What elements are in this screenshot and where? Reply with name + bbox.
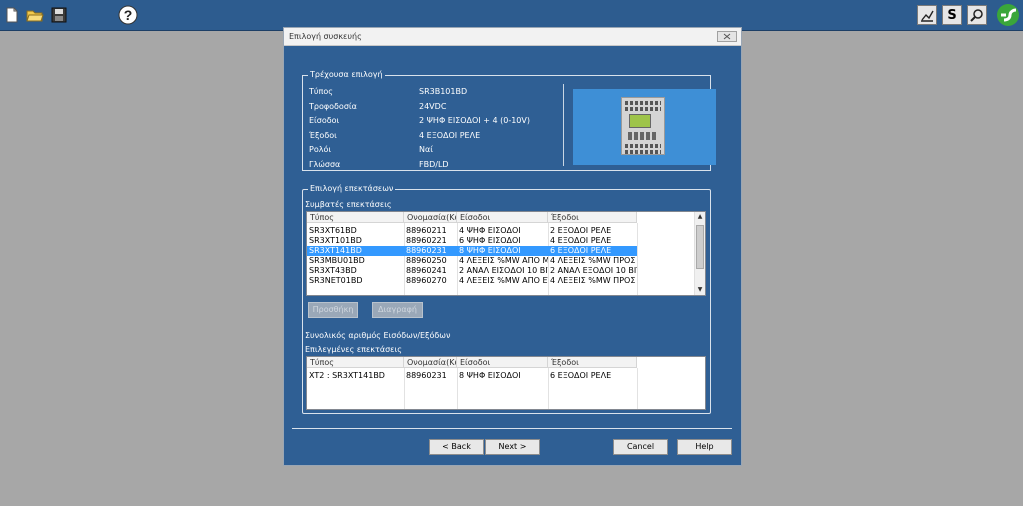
clock-value: Ναί: [419, 145, 433, 154]
selected-extensions-list[interactable]: Τύπος Ονομασία(Κω Είσοδοι Έξοδοι XT2 : S…: [306, 356, 706, 410]
outputs-label: Έξοδοι: [309, 131, 337, 140]
cell-inputs: 8 ΨΗΦ ΕΙΣΟΔΟΙ: [459, 371, 521, 380]
cell-reference: 88960231: [406, 371, 447, 380]
cell-outputs: 4 ΛΕΞΕΙΣ %MW ΠΡΟΣ Ε: [550, 276, 637, 285]
table-row[interactable]: SR3NET01BD 88960270 4 ΛΕΞΕΙΣ %MW ΑΠΟ ET-…: [307, 276, 637, 286]
dialog-titlebar: Επιλογή συσκευής: [284, 28, 741, 46]
type-value: SR3B101BD: [419, 87, 468, 96]
table-row[interactable]: SR3XT101BD 88960221 6 ΨΗΦ ΕΙΣΟΔΟΙ 4 ΕΞΟΔ…: [307, 236, 637, 246]
image-divider: [563, 84, 564, 166]
column-outputs[interactable]: Έξοδοι: [548, 357, 637, 368]
cell-inputs: 8 ΨΗΦ ΕΙΣΟΔΟΙ: [459, 246, 521, 255]
cancel-button[interactable]: Cancel: [613, 439, 668, 455]
type-label: Τύπος: [309, 87, 333, 96]
inputs-value: 2 ΨΗΦ ΕΙΣΟΔΟΙ + 4 (0-10V): [419, 116, 530, 125]
compatible-list-scrollbar[interactable]: ▲ ▼: [694, 212, 705, 295]
delete-extension-button[interactable]: Διαγραφή: [372, 302, 423, 318]
footer-separator: [292, 428, 732, 429]
svg-text:?: ?: [124, 7, 133, 23]
cell-reference: 88960221: [406, 236, 447, 245]
cell-reference: 88960270: [406, 276, 447, 285]
cell-type: SR3MBU01BD: [309, 256, 365, 265]
cell-type: SR3XT141BD: [309, 246, 362, 255]
cell-outputs: 6 ΕΞΟΔΟΙ ΡΕΛΕ: [550, 371, 612, 380]
power-label: Τροφοδοσία: [309, 102, 357, 111]
table-row-selected[interactable]: SR3XT141BD 88960231 8 ΨΗΦ ΕΙΣΟΔΟΙ 6 ΕΞΟΔ…: [307, 246, 637, 256]
cell-reference: 88960241: [406, 266, 447, 275]
clock-label: Ρολόι: [309, 145, 332, 154]
extensions-legend: Επιλογή επεκτάσεων: [308, 184, 396, 193]
table-row[interactable]: SR3XT61BD 88960211 4 ΨΗΦ ΕΙΣΟΔΟΙ 2 ΕΞΟΔΟ…: [307, 226, 637, 236]
column-type[interactable]: Τύπος: [307, 357, 404, 368]
column-inputs[interactable]: Είσοδοι: [457, 212, 548, 223]
extensions-group: Επιλογή επεκτάσεων Συμβατές επεκτάσεις Τ…: [302, 184, 711, 414]
cell-outputs: 4 ΛΕΞΕΙΣ %MW ΠΡΟΣ M: [550, 256, 637, 265]
close-icon[interactable]: [717, 31, 737, 42]
compatible-extensions-list[interactable]: Τύπος Ονομασία(Κω Είσοδοι Έξοδοι SR3XT61…: [306, 211, 706, 296]
save-disk-icon[interactable]: [49, 5, 69, 25]
cell-reference: 88960211: [406, 226, 447, 235]
scroll-down-icon[interactable]: ▼: [695, 285, 705, 295]
cell-outputs: 6 ΕΞΟΔΟΙ ΡΕΛΕ: [550, 246, 612, 255]
outputs-value: 4 ΕΞΟΔΟΙ ΡΕΛΕ: [419, 131, 481, 140]
language-label: Γλώσσα: [309, 160, 341, 169]
compatible-list-header: Τύπος Ονομασία(Κω Είσοδοι Έξοδοι: [307, 212, 637, 223]
cell-inputs: 2 ΑΝΑΛ ΕΙΣΟΔΟΙ 10 BITS: [459, 266, 548, 275]
column-inputs[interactable]: Είσοδοι: [457, 357, 548, 368]
help-button[interactable]: Help: [677, 439, 732, 455]
cell-type: SR3XT101BD: [309, 236, 362, 245]
total-io-label: Συνολικός αριθμός Εισόδων/Εξόδων: [305, 331, 451, 340]
cell-type: SR3XT43BD: [309, 266, 357, 275]
compatible-extensions-label: Συμβατές επεκτάσεις: [305, 200, 392, 209]
column-outputs[interactable]: Έξοδοι: [548, 212, 637, 223]
cell-reference: 88960250: [406, 256, 447, 265]
chart-icon[interactable]: [917, 5, 937, 25]
power-value: 24VDC: [419, 102, 447, 111]
plc-device-picture: [621, 97, 665, 155]
selected-extensions-label: Επιλεγμένες επεκτάσεις: [305, 345, 402, 354]
language-value: FBD/LD: [419, 160, 449, 169]
current-selection-group: Τρέχουσα επιλογή Τύπος SR3B101BD Τροφοδο…: [302, 70, 716, 171]
cell-outputs: 2 ΑΝΑΛ ΕΞΟΔΟΙ 10 BITS: [550, 266, 637, 275]
cell-inputs: 4 ΨΗΦ ΕΙΣΟΔΟΙ: [459, 226, 521, 235]
cell-outputs: 2 ΕΞΟΔΟΙ ΡΕΛΕ: [550, 226, 612, 235]
cell-outputs: 4 ΕΞΟΔΟΙ ΡΕΛΕ: [550, 236, 612, 245]
column-reference[interactable]: Ονομασία(Κω: [404, 357, 457, 368]
new-file-icon[interactable]: [2, 5, 22, 25]
next-button[interactable]: Next >: [485, 439, 540, 455]
add-extension-button[interactable]: Προσθήκη: [308, 302, 358, 318]
selected-list-header: Τύπος Ονομασία(Κω Είσοδοι Έξοδοι: [307, 357, 637, 368]
cell-type: XT2 : SR3XT141BD: [309, 371, 385, 380]
scroll-thumb[interactable]: [696, 225, 704, 269]
back-button[interactable]: < Back: [429, 439, 484, 455]
inputs-label: Είσοδοι: [309, 116, 340, 125]
column-type[interactable]: Τύπος: [307, 212, 404, 223]
s-icon[interactable]: S: [942, 5, 962, 25]
device-image: [573, 89, 716, 165]
cell-type: SR3NET01BD: [309, 276, 363, 285]
device-selection-dialog: Επιλογή συσκευής Τρέχουσα επιλογή Τύπος …: [283, 27, 742, 466]
open-folder-icon[interactable]: [25, 5, 45, 25]
dialog-title: Επιλογή συσκευής: [289, 32, 362, 41]
cell-inputs: 4 ΛΕΞΕΙΣ %MW ΑΠΟ ET-4: [459, 276, 548, 285]
help-icon[interactable]: ?: [118, 5, 138, 25]
column-reference[interactable]: Ονομασία(Κω: [404, 212, 457, 223]
table-row[interactable]: SR3XT43BD 88960241 2 ΑΝΑΛ ΕΙΣΟΔΟΙ 10 BIT…: [307, 266, 637, 276]
cell-type: SR3XT61BD: [309, 226, 357, 235]
scroll-up-icon[interactable]: ▲: [695, 212, 705, 222]
s-icon-glyph: S: [947, 7, 957, 23]
zoom-icon[interactable]: [967, 5, 987, 25]
cell-reference: 88960231: [406, 246, 447, 255]
current-selection-legend: Τρέχουσα επιλογή: [308, 70, 385, 79]
table-row[interactable]: XT2 : SR3XT141BD 88960231 8 ΨΗΦ ΕΙΣΟΔΟΙ …: [307, 371, 637, 381]
cell-inputs: 4 ΛΕΞΕΙΣ %MW ΑΠΟ MO: [459, 256, 548, 265]
brand-logo-icon: [996, 3, 1020, 27]
cell-inputs: 6 ΨΗΦ ΕΙΣΟΔΟΙ: [459, 236, 521, 245]
table-row[interactable]: SR3MBU01BD 88960250 4 ΛΕΞΕΙΣ %MW ΑΠΟ MO …: [307, 256, 637, 266]
